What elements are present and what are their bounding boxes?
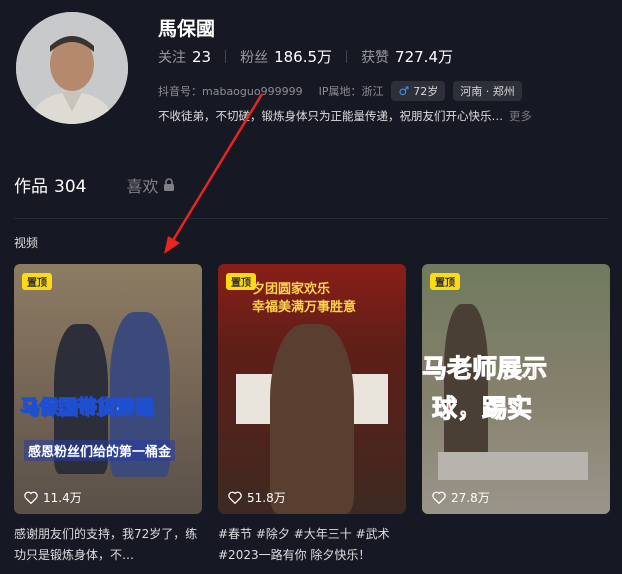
pinned-badge: 置顶 [430, 273, 460, 290]
tab-likes[interactable]: 喜欢 [126, 173, 175, 197]
following-stat[interactable]: 关注 23 [158, 47, 211, 67]
tab-works-label: 作品 [14, 177, 48, 197]
stat-value: 186.5万 [274, 48, 333, 66]
video-card[interactable]: 置顶 马老师展示 球，踢实 27.8万 [422, 264, 610, 514]
bio-text: 不收徒弟，不切磋，锻炼身体只为正能量传递，祝朋友们开心快乐… [158, 109, 503, 123]
ip-location: IP属地：浙江 [318, 85, 384, 98]
bio-more-link[interactable]: 更多 [509, 109, 532, 123]
video-overlay-title: 夕团圆家欢乐 [252, 282, 331, 297]
heart-icon [228, 491, 242, 504]
tab-works-count: 304 [54, 177, 87, 197]
profile-name: 馬保國 [158, 18, 216, 40]
douyin-id: 抖音号：mabaoguo999999 [158, 85, 303, 98]
profile-tabs: 作品 304 喜欢 [14, 172, 175, 197]
lock-icon [164, 177, 175, 191]
video-overlay-subtitle: 幸福美满万事胜意 [252, 300, 357, 315]
video-overlay-title: 马保国带货辟谣 [19, 396, 154, 419]
video-card[interactable]: 置顶 夕团圆家欢乐 幸福美满万事胜意 51.8万 [218, 264, 406, 514]
avatar[interactable] [16, 12, 128, 124]
likes-count: 51.8万 [247, 491, 286, 505]
likes-received-stat: 获赞 727.4万 [361, 46, 453, 67]
stat-value: 727.4万 [395, 48, 453, 66]
video-description[interactable]: #春节 #除夕 #大年三十 #武术 #2023一路有你 除夕快乐！ [218, 524, 406, 566]
video-likes: 27.8万 [432, 489, 490, 506]
profile-meta: 抖音号：mabaoguo999999 IP属地：浙江 ♂ 72岁 河南 · 郑州 [158, 81, 522, 101]
followers-stat[interactable]: 粉丝 186.5万 [240, 46, 332, 67]
region-badge: 河南 · 郑州 [453, 81, 522, 101]
likes-count: 11.4万 [43, 491, 82, 505]
tabs-divider [14, 218, 608, 219]
pinned-badge: 置顶 [22, 273, 52, 290]
divider [225, 50, 227, 63]
video-overlay-title: 马老师展示 [422, 354, 548, 384]
section-title: 视频 [14, 236, 39, 250]
stat-label: 粉丝 [240, 49, 269, 66]
likes-count: 27.8万 [451, 491, 490, 505]
video-likes: 51.8万 [228, 489, 286, 506]
profile-bio: 不收徒弟，不切磋，锻炼身体只为正能量传递，祝朋友们开心快乐… 更多 [158, 108, 532, 124]
stat-label: 关注 [158, 49, 186, 66]
avatar-image [16, 12, 128, 124]
stone-blocks [438, 452, 588, 480]
video-card[interactable]: 置顶 马保国带货辟谣 感恩粉丝们给的第一桶金 11.4万 [14, 264, 202, 514]
male-icon: ♂ [398, 84, 410, 98]
video-description[interactable]: 感谢朋友们的支持，我72岁了，练功只是锻炼身体，不… [14, 524, 202, 566]
age-text: 72岁 [413, 85, 439, 98]
heart-icon [432, 491, 446, 504]
profile-stats: 关注 23 粉丝 186.5万 获赞 727.4万 [158, 46, 453, 67]
video-overlay-subtitle: 感恩粉丝们给的第一桶金 [24, 440, 176, 461]
video-likes: 11.4万 [24, 489, 82, 506]
tab-works[interactable]: 作品 304 [14, 172, 86, 197]
video-thumbnail-figure [270, 324, 354, 514]
video-overlay-subtitle: 球，踢实 [431, 394, 533, 424]
stat-value: 23 [192, 47, 212, 66]
stat-label: 获赞 [361, 49, 390, 66]
tab-likes-label: 喜欢 [126, 176, 159, 196]
age-badge: ♂ 72岁 [391, 81, 446, 101]
heart-icon [24, 491, 38, 504]
divider [346, 50, 348, 63]
